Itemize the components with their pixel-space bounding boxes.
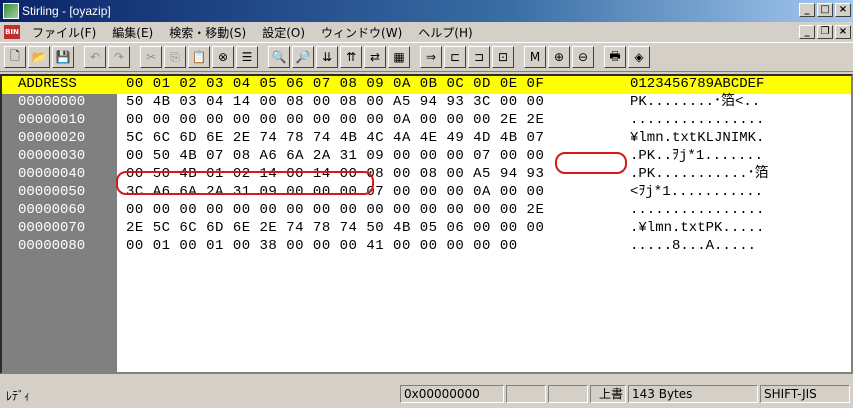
highlight-oval-1 xyxy=(555,152,627,174)
row-hex-bytes[interactable]: 5C 6C 6D 6E 2E 74 78 74 4B 4C 4A 4E 49 4… xyxy=(126,130,544,147)
row-ascii[interactable]: ................ xyxy=(630,112,764,129)
row-hex-bytes[interactable]: 00 01 00 01 00 38 00 00 00 41 00 00 00 0… xyxy=(126,238,518,255)
title-bar[interactable]: Stirling - [oyazip] _ □ × xyxy=(0,0,853,22)
mark-next-icon[interactable]: ⊕ xyxy=(548,46,570,68)
row-address: 00000020 xyxy=(2,130,117,147)
delete-icon[interactable]: ⊗ xyxy=(212,46,234,68)
row-address: 00000000 xyxy=(2,94,117,111)
menu-search[interactable]: 検索・移動(S) xyxy=(161,24,254,41)
app-icon[interactable] xyxy=(3,3,19,19)
row-ascii[interactable]: .....8...A..... xyxy=(630,238,756,255)
status-bar: ﾚﾃﾞｨ 0x00000000 上書 143 Bytes SHIFT-JIS xyxy=(0,380,853,408)
hex-column-header: 00 01 02 03 04 05 06 07 08 09 0A 0B 0C 0… xyxy=(126,76,545,92)
status-mode: 上書 xyxy=(590,385,626,403)
toolbar: 🗋 📂 💾 ↶ ↷ ✂ ⎘ 📋 ⊗ ☰ 🔍 🔎 ⇊ ⇈ ⇄ ▦ ⇒ ⊏ ⊐ ⊡ M ⊕ ⊖ 🖶 ◈ xyxy=(0,42,853,72)
undo-icon[interactable]: ↶ xyxy=(84,46,106,68)
menu-file[interactable]: ファイル(F) xyxy=(24,24,104,41)
document-controls: _ ❐ × xyxy=(799,25,851,39)
row-address: 00000010 xyxy=(2,112,117,129)
hex-row[interactable]: 00000020 5C 6C 6D 6E 2E 74 78 74 4B 4C 4A… xyxy=(2,130,851,147)
address-header: ADDRESS xyxy=(2,76,117,93)
status-empty-1 xyxy=(506,385,546,403)
hex-row[interactable]: 00000000 50 4B 03 04 14 00 08 00 08 00 A5… xyxy=(2,94,851,111)
menu-bar: BIN ファイル(F) 編集(E) 検索・移動(S) 設定(O) ウィンドウ(W… xyxy=(0,22,853,42)
compare-icon[interactable]: ▦ xyxy=(388,46,410,68)
window-title: Stirling - [oyazip] xyxy=(22,4,111,18)
hex-row[interactable]: 00000080 00 01 00 01 00 38 00 00 00 41 00… xyxy=(2,238,851,255)
row-hex-bytes[interactable]: 00 50 4B 07 08 A6 6A 2A 31 09 00 00 00 0… xyxy=(126,148,544,165)
row-address: 00000040 xyxy=(2,166,117,183)
status-size: 143 Bytes xyxy=(628,385,758,403)
find-back-icon[interactable]: ⇈ xyxy=(340,46,362,68)
row-address: 00000060 xyxy=(2,202,117,219)
row-address: 00000030 xyxy=(2,148,117,165)
save-icon[interactable]: 💾 xyxy=(52,46,74,68)
mark-icon[interactable]: M xyxy=(524,46,546,68)
open-folder-icon[interactable]: 📂 xyxy=(28,46,50,68)
row-hex-bytes[interactable]: 2E 5C 6C 6D 6E 2E 74 78 74 50 4B 05 06 0… xyxy=(126,220,544,237)
highlight-oval-2 xyxy=(116,171,374,195)
menu-edit[interactable]: 編集(E) xyxy=(104,24,161,41)
hex-header-row: ADDRESS 00 01 02 03 04 05 06 07 08 09 0A… xyxy=(2,76,851,94)
document-icon[interactable]: BIN xyxy=(4,25,20,39)
row-ascii[interactable]: ................ xyxy=(630,202,764,219)
split-icon[interactable]: ⊡ xyxy=(492,46,514,68)
row-ascii[interactable]: <ｦj*1........... xyxy=(630,184,763,201)
window-controls: _ □ × xyxy=(799,3,851,17)
row-ascii[interactable]: ¥lmn.txtKLJNIMK. xyxy=(630,130,764,147)
hex-row[interactable]: 00000070 2E 5C 6C 6D 6E 2E 74 78 74 50 4B… xyxy=(2,220,851,237)
settings-icon[interactable]: ◈ xyxy=(628,46,650,68)
list-icon[interactable]: ☰ xyxy=(236,46,258,68)
find-prev-icon[interactable]: ⇊ xyxy=(316,46,338,68)
mark-prev-icon[interactable]: ⊖ xyxy=(572,46,594,68)
menu-settings[interactable]: 設定(O) xyxy=(254,24,313,41)
find-icon[interactable]: 🔍 xyxy=(268,46,290,68)
minimize-button[interactable]: _ xyxy=(799,3,815,17)
cut-icon[interactable]: ✂ xyxy=(140,46,162,68)
maximize-button[interactable]: □ xyxy=(817,3,833,17)
replace-icon[interactable]: ⇄ xyxy=(364,46,386,68)
menu-window[interactable]: ウィンドウ(W) xyxy=(313,24,410,41)
hex-view[interactable]: ADDRESS 00 01 02 03 04 05 06 07 08 09 0A… xyxy=(0,74,853,374)
row-ascii[interactable]: .PK..ｦj*1....... xyxy=(630,148,763,165)
row-hex-bytes[interactable]: 00 00 00 00 00 00 00 00 00 00 00 00 00 0… xyxy=(126,202,544,219)
hex-row[interactable]: 00000060 00 00 00 00 00 00 00 00 00 00 00… xyxy=(2,202,851,219)
jump-icon[interactable]: ⇒ xyxy=(420,46,442,68)
redo-icon[interactable]: ↷ xyxy=(108,46,130,68)
print-icon[interactable]: 🖶 xyxy=(604,46,626,68)
menu-help[interactable]: ヘルプ(H) xyxy=(410,24,480,41)
hex-row[interactable]: 00000010 00 00 00 00 00 00 00 00 00 00 0A… xyxy=(2,112,851,129)
doc-close-button[interactable]: × xyxy=(835,25,851,39)
doc-minimize-button[interactable]: _ xyxy=(799,25,815,39)
row-hex-bytes[interactable]: 00 00 00 00 00 00 00 00 00 00 0A 00 00 0… xyxy=(126,112,544,129)
status-encoding: SHIFT-JIS xyxy=(760,385,850,403)
doc-restore-button[interactable]: ❐ xyxy=(817,25,833,39)
status-offset: 0x00000000 xyxy=(400,385,504,403)
row-address: 00000050 xyxy=(2,184,117,201)
hex-row[interactable]: 00000030 00 50 4B 07 08 A6 6A 2A 31 09 00… xyxy=(2,148,851,165)
row-address: 00000080 xyxy=(2,238,117,255)
ascii-column-header: 0123456789ABCDEF xyxy=(630,76,765,92)
row-ascii[interactable]: .PK...........･箔 xyxy=(630,166,769,183)
overwrite-icon[interactable]: ⊐ xyxy=(468,46,490,68)
new-file-icon[interactable]: 🗋 xyxy=(4,46,26,68)
copy-icon[interactable]: ⎘ xyxy=(164,46,186,68)
insert-icon[interactable]: ⊏ xyxy=(444,46,466,68)
row-hex-bytes[interactable]: 50 4B 03 04 14 00 08 00 08 00 A5 94 93 3… xyxy=(126,94,544,111)
row-address: 00000070 xyxy=(2,220,117,237)
paste-icon[interactable]: 📋 xyxy=(188,46,210,68)
close-button[interactable]: × xyxy=(835,3,851,17)
row-ascii[interactable]: .¥lmn.txtPK..... xyxy=(630,220,764,237)
row-ascii[interactable]: PK........･箔<.. xyxy=(630,94,760,111)
status-ready: ﾚﾃﾞｨ xyxy=(6,389,31,403)
find-next-icon[interactable]: 🔎 xyxy=(292,46,314,68)
status-empty-2 xyxy=(548,385,588,403)
